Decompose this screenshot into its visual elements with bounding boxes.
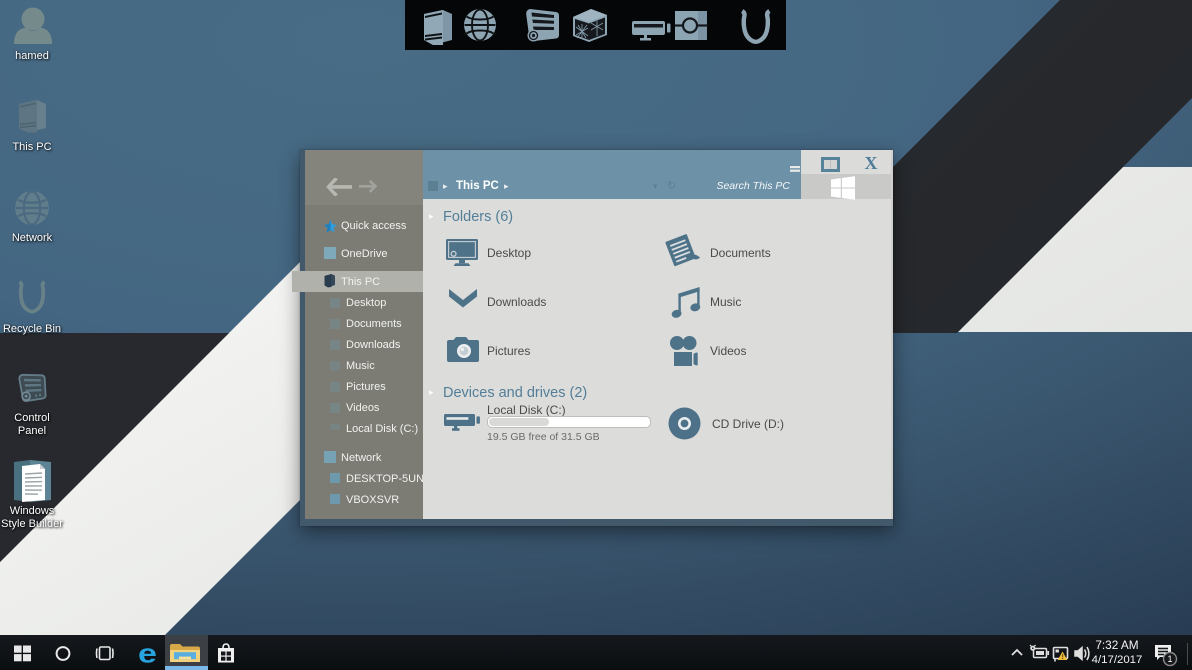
svg-text:4/17/2017: 4/17/2017 — [1092, 654, 1143, 666]
svg-text:7:32 AM: 7:32 AM — [1095, 638, 1138, 652]
svg-text:e: e — [138, 638, 157, 669]
svg-text:1: 1 — [1167, 654, 1172, 664]
